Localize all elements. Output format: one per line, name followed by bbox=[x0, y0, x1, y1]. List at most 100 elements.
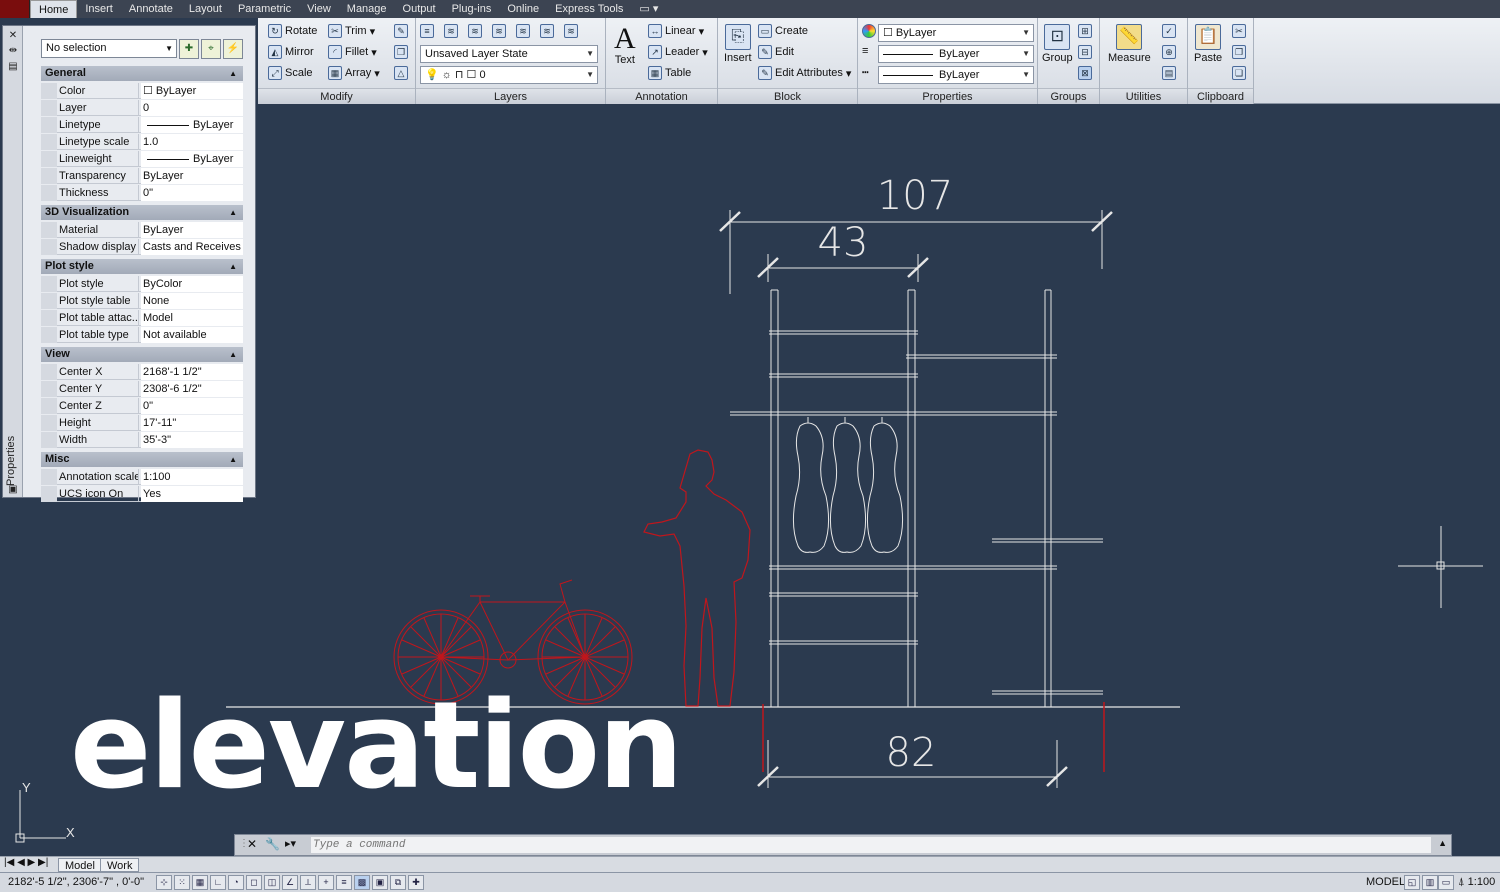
group-button[interactable]: ⊡ Group bbox=[1042, 24, 1073, 64]
tab-home[interactable]: Home bbox=[30, 0, 78, 18]
property-value[interactable]: Casts and Receives ... bbox=[141, 239, 243, 255]
copy-button[interactable]: ❐ bbox=[394, 45, 408, 59]
layer-dropdown[interactable]: 💡 ☼ ⊓ ☐ 0 ▼ bbox=[420, 66, 598, 84]
wrench-icon[interactable]: 🔧 bbox=[265, 837, 280, 851]
command-history-arrow-icon[interactable]: ▲ bbox=[1438, 838, 1447, 848]
stretch-button[interactable]: △ bbox=[394, 66, 408, 80]
property-value[interactable]: 2168'-1 1/2" bbox=[141, 364, 243, 380]
lweight-icon[interactable]: ≡ bbox=[336, 875, 352, 890]
measure-button[interactable]: 📏 Measure bbox=[1108, 24, 1151, 64]
property-value[interactable]: Yes bbox=[141, 486, 243, 502]
ortho-icon[interactable]: ∟ bbox=[210, 875, 226, 890]
layer-tool-6[interactable]: ≋ bbox=[564, 24, 578, 38]
property-value[interactable]: ☐ ByLayer bbox=[141, 83, 243, 99]
property-row[interactable]: Width 35'-3" bbox=[41, 432, 243, 448]
property-value[interactable]: None bbox=[141, 293, 243, 309]
palette-settings-icon[interactable]: ▣ bbox=[7, 484, 19, 496]
layer-tool-2[interactable]: ≋ bbox=[468, 24, 482, 38]
property-value[interactable]: 35'-3" bbox=[141, 432, 243, 448]
property-value[interactable]: Model bbox=[141, 310, 243, 326]
collapse-icon[interactable]: ▲ bbox=[229, 347, 237, 362]
property-row[interactable]: Linetype ByLayer bbox=[41, 117, 243, 133]
property-row[interactable]: Height 17'-11" bbox=[41, 415, 243, 431]
palette-title-strip[interactable]: ✕ ⇹ ▤ Properties ▣ bbox=[3, 26, 23, 497]
property-row[interactable]: UCS icon On Yes bbox=[41, 486, 243, 502]
property-row[interactable]: Lineweight ByLayer bbox=[41, 151, 243, 167]
tab-output[interactable]: Output bbox=[395, 0, 444, 18]
property-row[interactable]: Plot table type Not available bbox=[41, 327, 243, 343]
property-value[interactable]: 1.0 bbox=[141, 134, 243, 150]
ducs-icon[interactable]: ⟂ bbox=[300, 875, 316, 890]
copy-base-button[interactable]: ❏ bbox=[1232, 66, 1246, 80]
property-value[interactable]: 2308'-6 1/2" bbox=[141, 381, 243, 397]
osnap-icon[interactable]: ◻ bbox=[246, 875, 262, 890]
property-row[interactable]: Shadow display Casts and Receives ... bbox=[41, 239, 243, 255]
quick-view-drawings-icon[interactable]: ▥ bbox=[1422, 875, 1438, 890]
annotation-panel-label[interactable]: Annotation bbox=[606, 88, 717, 104]
property-value[interactable]: ByLayer bbox=[141, 117, 243, 133]
section-header[interactable]: 3D Visualization ▲ bbox=[41, 205, 243, 220]
array-button[interactable]: ▦ Array ▾ bbox=[328, 66, 380, 80]
dyn-icon[interactable]: + bbox=[318, 875, 334, 890]
application-menu-button[interactable] bbox=[0, 0, 30, 18]
layer-state-dropdown[interactable]: Unsaved Layer State ▼ bbox=[420, 45, 598, 63]
property-row[interactable]: Center X 2168'-1 1/2" bbox=[41, 364, 243, 380]
layer-properties-button[interactable]: ≡ bbox=[420, 24, 434, 38]
selection-cycling-icon[interactable]: ⧉ bbox=[390, 875, 406, 890]
property-value[interactable]: ByColor bbox=[141, 276, 243, 292]
quick-properties-icon[interactable]: ▣ bbox=[372, 875, 388, 890]
property-row[interactable]: Layer 0 bbox=[41, 100, 243, 116]
properties-panel-label[interactable]: Properties bbox=[858, 88, 1037, 104]
property-row[interactable]: Thickness 0" bbox=[41, 185, 243, 201]
color-dropdown[interactable]: ☐ ByLayer ▼ bbox=[878, 24, 1034, 42]
tab-insert[interactable]: Insert bbox=[77, 0, 121, 18]
tab-express-tools[interactable]: Express Tools bbox=[547, 0, 631, 18]
collapse-icon[interactable]: ▲ bbox=[229, 259, 237, 274]
property-row[interactable]: Center Z 0" bbox=[41, 398, 243, 414]
property-value[interactable]: 0" bbox=[141, 185, 243, 201]
group-select-button[interactable]: ⊠ bbox=[1078, 66, 1092, 80]
scale-button[interactable]: ⤢ Scale bbox=[268, 66, 313, 80]
select-all-button[interactable]: ⊕ bbox=[1162, 45, 1176, 59]
tab-nav-arrows-icon[interactable]: |◀ ◀ ▶ ▶| bbox=[4, 857, 48, 868]
clipboard-panel-label[interactable]: Clipboard bbox=[1188, 88, 1253, 104]
section-header[interactable]: General ▲ bbox=[41, 66, 243, 81]
leader-button[interactable]: ↗ Leader ▾ bbox=[648, 45, 708, 59]
edit-attributes-button[interactable]: ✎ Edit Attributes ▾ bbox=[758, 66, 851, 80]
layer-tool-1[interactable]: ≋ bbox=[444, 24, 458, 38]
property-row[interactable]: Plot style table None bbox=[41, 293, 243, 309]
close-icon[interactable]: ✕ bbox=[7, 30, 19, 42]
command-input[interactable] bbox=[311, 837, 1431, 853]
tab-view[interactable]: View bbox=[299, 0, 339, 18]
property-value[interactable]: ByLayer bbox=[141, 168, 243, 184]
property-row[interactable]: Transparency ByLayer bbox=[41, 168, 243, 184]
trim-button[interactable]: ✂ Trim ▾ bbox=[328, 24, 375, 38]
infer-constraints-icon[interactable]: ⊹ bbox=[156, 875, 172, 890]
quick-select-button[interactable]: ⚡ bbox=[223, 39, 243, 59]
property-value[interactable]: 0 bbox=[141, 100, 243, 116]
property-row[interactable]: Plot style ByColor bbox=[41, 276, 243, 292]
groups-panel-label[interactable]: Groups bbox=[1038, 88, 1099, 104]
quick-select-button[interactable]: ✓ bbox=[1162, 24, 1176, 38]
pan-icon[interactable]: ▭ bbox=[1438, 875, 1454, 890]
property-row[interactable]: Linetype scale 1.0 bbox=[41, 134, 243, 150]
tab-work[interactable]: Work bbox=[100, 858, 140, 872]
property-value[interactable]: ByLayer bbox=[141, 222, 243, 238]
property-value[interactable]: 1:100 bbox=[141, 469, 243, 485]
tab-online[interactable]: Online bbox=[499, 0, 547, 18]
property-row[interactable]: Center Y 2308'-6 1/2" bbox=[41, 381, 243, 397]
property-value[interactable]: ByLayer bbox=[141, 151, 243, 167]
lineweight-dropdown[interactable]: ByLayer ▼ bbox=[878, 45, 1034, 63]
model-space-button[interactable]: MODEL bbox=[1366, 876, 1405, 888]
tab-layout[interactable]: Layout bbox=[181, 0, 230, 18]
3d-osnap-icon[interactable]: ◫ bbox=[264, 875, 280, 890]
linear-dimension-button[interactable]: ↔ Linear ▾ bbox=[648, 24, 704, 38]
fillet-button[interactable]: ◜ Fillet ▾ bbox=[328, 45, 377, 59]
property-value[interactable]: 17'-11" bbox=[141, 415, 243, 431]
tab-plug-ins[interactable]: Plug-ins bbox=[444, 0, 500, 18]
tab-parametric[interactable]: Parametric bbox=[230, 0, 299, 18]
property-row[interactable]: Plot table attac... Model bbox=[41, 310, 243, 326]
select-objects-button[interactable]: ⌖ bbox=[201, 39, 221, 59]
ungroup-button[interactable]: ⊞ bbox=[1078, 24, 1092, 38]
insert-block-button[interactable]: ⎘ Insert bbox=[724, 24, 752, 64]
